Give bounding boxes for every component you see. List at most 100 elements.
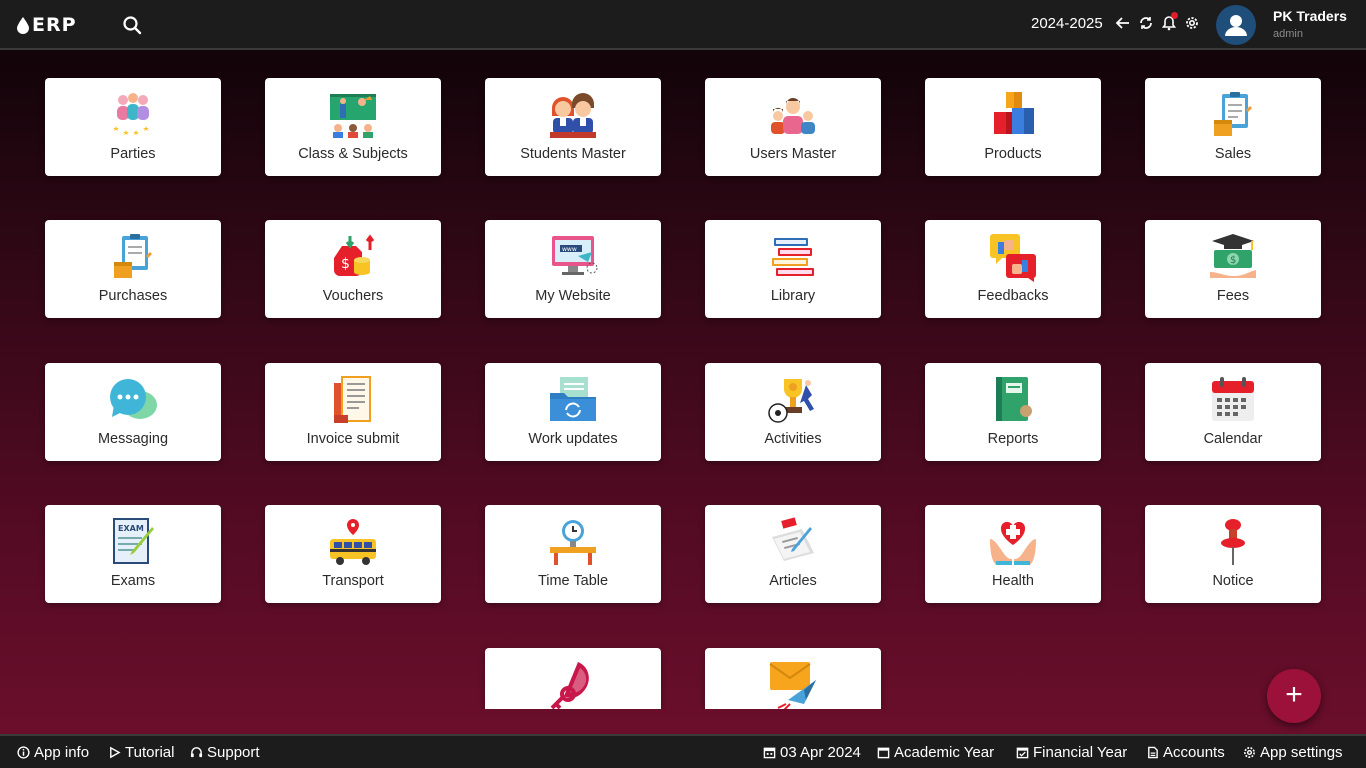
key-icon <box>550 662 589 709</box>
tutorial-link[interactable]: Tutorial <box>108 744 174 761</box>
tutorial-label: Tutorial <box>125 744 175 761</box>
financial-year-label[interactable]: 2024-2025 <box>1031 15 1103 32</box>
tile-label: Products <box>984 146 1042 162</box>
app-settings-label: App settings <box>1260 744 1343 761</box>
calendar-icon <box>1212 377 1254 421</box>
tile-notice[interactable]: Notice <box>1145 505 1321 603</box>
user-icon <box>1225 15 1247 36</box>
tile-parties[interactable]: Parties <box>45 78 221 176</box>
tile-transport[interactable]: Transport <box>265 505 441 603</box>
tile-invoice-submit[interactable]: Invoice submit <box>265 363 441 461</box>
app-logo[interactable]: ERP <box>16 14 77 36</box>
feedbacks-icon <box>990 234 1036 282</box>
logo-text: ERP <box>32 14 77 36</box>
tile-exams[interactable]: EXAM Exams <box>45 505 221 603</box>
users-icon <box>771 98 815 134</box>
accounts-label: Accounts <box>1163 744 1225 761</box>
tile-articles[interactable]: Articles <box>705 505 881 603</box>
calendar-check-icon <box>1016 747 1029 759</box>
academic-year-label: Academic Year <box>894 744 995 761</box>
company-name[interactable]: PK Traders <box>1273 8 1347 24</box>
calendar-small-icon <box>763 747 776 759</box>
tile-vouchers[interactable]: $ Vouchers <box>265 220 441 318</box>
tile-label: Purchases <box>98 288 168 304</box>
tile-label: Articles <box>769 573 817 589</box>
tile-label: Health <box>992 573 1034 589</box>
app-info-link[interactable]: App info <box>17 744 89 761</box>
tile-my-website[interactable]: www My Website <box>485 220 661 318</box>
date-label: 03 Apr 2024 <box>780 744 861 761</box>
svg-text:www: www <box>562 246 577 253</box>
refresh-icon[interactable] <box>1138 15 1154 31</box>
tile-label: Messaging <box>97 431 169 447</box>
avatar[interactable] <box>1216 5 1256 45</box>
tile-sales[interactable]: Sales <box>1145 78 1321 176</box>
support-label: Support <box>207 744 260 761</box>
tile-fees[interactable]: $ Fees <box>1145 220 1321 318</box>
top-bar: ERP 2024-2025 PK Traders admin <box>0 0 1366 50</box>
mail-icon <box>769 662 816 709</box>
document-icon <box>1148 746 1158 759</box>
notification-dot <box>1171 12 1178 19</box>
timetable-icon <box>550 520 596 565</box>
tile-health[interactable]: Health <box>925 505 1101 603</box>
app-settings-link[interactable]: App settings <box>1243 744 1343 761</box>
tile-time-table[interactable]: Time Table <box>485 505 661 603</box>
play-icon <box>110 746 121 759</box>
tile-purchases[interactable]: Purchases <box>45 220 221 318</box>
class-subjects-icon <box>330 94 376 138</box>
settings-icon <box>1244 747 1255 758</box>
bottom-bar: App info Tutorial Support 03 Apr 2024 Ac… <box>0 734 1366 768</box>
date-display[interactable]: 03 Apr 2024 <box>763 744 861 761</box>
tile-work-updates[interactable]: Work updates <box>485 363 661 461</box>
financial-year-link[interactable]: Financial Year <box>1016 744 1127 761</box>
tile-label: Users Master <box>749 146 837 162</box>
tile-email[interactable] <box>705 648 881 709</box>
add-button[interactable]: + <box>1267 669 1321 723</box>
activities-icon <box>768 379 814 423</box>
tile-library[interactable]: Library <box>705 220 881 318</box>
academic-year-link[interactable]: Academic Year <box>877 744 994 761</box>
work-updates-icon <box>550 377 596 421</box>
svg-text:$: $ <box>1230 255 1236 266</box>
tile-messaging[interactable]: Messaging <box>45 363 221 461</box>
tile-products[interactable]: Products <box>925 78 1101 176</box>
sales-icon <box>1214 92 1252 136</box>
articles-icon <box>772 517 814 561</box>
module-grid: Parties Class & Subjects Students Master… <box>0 52 1366 709</box>
transport-icon <box>330 519 376 565</box>
user-role: admin <box>1273 28 1303 40</box>
tile-label: Work updates <box>528 431 618 447</box>
gear-icon[interactable] <box>1184 15 1200 31</box>
accounts-link[interactable]: Accounts <box>1146 744 1225 761</box>
tile-class-subjects[interactable]: Class & Subjects <box>265 78 441 176</box>
tile-students-master[interactable]: Students Master <box>485 78 661 176</box>
tile-label: Time Table <box>537 573 609 589</box>
tile-feedbacks[interactable]: Feedbacks <box>925 220 1101 318</box>
products-icon <box>994 92 1034 134</box>
invoice-icon <box>334 376 371 423</box>
vouchers-icon: $ <box>334 234 375 276</box>
tile-label: Transport <box>322 573 384 589</box>
reports-icon <box>996 377 1032 421</box>
tile-label: Exams <box>110 573 156 589</box>
tile-label: Activities <box>764 431 822 447</box>
tile-label: Calendar <box>1203 431 1263 447</box>
fees-icon: $ <box>1210 234 1256 278</box>
tile-label: Vouchers <box>322 288 384 304</box>
search-icon[interactable] <box>122 15 142 35</box>
support-link[interactable]: Support <box>190 744 260 761</box>
tile-label: Class & Subjects <box>298 146 408 162</box>
tile-calendar[interactable]: Calendar <box>1145 363 1321 461</box>
tile-reports[interactable]: Reports <box>925 363 1101 461</box>
headset-icon <box>190 747 203 758</box>
tile-users-master[interactable]: Users Master <box>705 78 881 176</box>
website-icon: www <box>552 236 598 275</box>
tile-security[interactable] <box>485 648 661 709</box>
drop-icon <box>17 17 29 34</box>
arrow-left-icon[interactable] <box>1115 15 1131 31</box>
tile-activities[interactable]: Activities <box>705 363 881 461</box>
svg-text:EXAM: EXAM <box>118 524 144 533</box>
notice-icon <box>1221 519 1245 565</box>
health-icon <box>990 521 1036 565</box>
